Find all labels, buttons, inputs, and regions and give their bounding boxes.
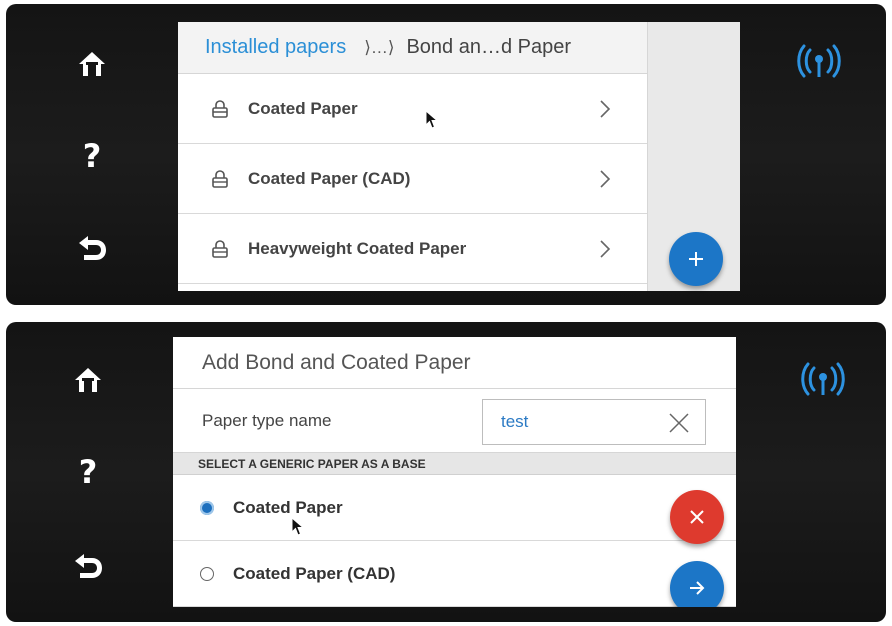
clear-icon[interactable] bbox=[668, 412, 690, 434]
help-glyph: ? bbox=[78, 453, 98, 491]
printer-panel-add-paper: ? Add Bond and Coated Paper Paper type n… bbox=[6, 322, 886, 622]
back-icon[interactable] bbox=[70, 226, 114, 270]
base-paper-option[interactable]: Coated Paper bbox=[173, 475, 736, 541]
breadcrumb-collapsed[interactable]: ⟩…⟩ bbox=[364, 38, 394, 58]
chevron-right-icon bbox=[600, 240, 611, 258]
chevron-right-icon bbox=[600, 170, 611, 188]
list-item-label: Coated Paper (CAD) bbox=[248, 168, 411, 188]
lock-icon bbox=[212, 169, 228, 188]
paper-list: Installed papers ⟩…⟩ Bond an…d Paper Coa… bbox=[178, 22, 648, 291]
base-paper-option-label: Coated Paper (CAD) bbox=[233, 563, 396, 583]
back-icon[interactable] bbox=[66, 544, 110, 588]
help-icon[interactable]: ? bbox=[70, 134, 114, 178]
list-item-label: Heavyweight Coated Paper bbox=[248, 238, 467, 258]
base-paper-option[interactable]: Coated Paper (CAD) bbox=[173, 541, 736, 607]
cancel-button[interactable] bbox=[670, 490, 724, 544]
installed-papers-screen: Installed papers ⟩…⟩ Bond an…d Paper Coa… bbox=[178, 22, 740, 291]
printer-panel-installed-papers: ? Installed papers ⟩…⟩ Bond an…d Paper C… bbox=[6, 4, 886, 305]
help-glyph: ? bbox=[82, 137, 102, 175]
radio-selected-icon[interactable] bbox=[200, 500, 214, 515]
paper-type-name-row: Paper type name test bbox=[173, 389, 736, 453]
close-icon bbox=[690, 510, 704, 524]
wireless-icon[interactable] bbox=[798, 360, 848, 400]
plus-icon bbox=[689, 252, 703, 266]
breadcrumb-link-installed-papers[interactable]: Installed papers bbox=[205, 36, 346, 59]
breadcrumb-current: Bond an…d Paper bbox=[406, 36, 572, 58]
paper-type-name-label: Paper type name bbox=[202, 410, 332, 430]
paper-type-name-value: test bbox=[501, 412, 529, 431]
mouse-cursor-icon bbox=[291, 517, 305, 536]
help-icon[interactable]: ? bbox=[66, 450, 110, 494]
radio-unselected-icon[interactable] bbox=[200, 566, 214, 581]
base-paper-option-label: Coated Paper bbox=[233, 497, 343, 517]
add-paper-button[interactable] bbox=[669, 232, 723, 286]
paper-type-name-input[interactable]: test bbox=[482, 399, 706, 445]
chevron-right-icon bbox=[600, 100, 611, 118]
mouse-cursor-icon bbox=[425, 110, 439, 129]
list-item[interactable]: Coated Paper (CAD) bbox=[178, 144, 647, 214]
home-icon[interactable] bbox=[66, 358, 110, 402]
list-item-label: Coated Paper bbox=[248, 98, 358, 118]
lock-icon bbox=[212, 239, 228, 258]
breadcrumb: Installed papers ⟩…⟩ Bond an…d Paper bbox=[178, 22, 647, 74]
list-item[interactable]: Heavyweight Coated Paper bbox=[178, 214, 647, 284]
next-button[interactable] bbox=[670, 561, 724, 607]
wireless-icon[interactable] bbox=[794, 42, 844, 82]
home-icon[interactable] bbox=[70, 42, 114, 86]
dialog-title: Add Bond and Coated Paper bbox=[173, 337, 736, 389]
section-header: SELECT A GENERIC PAPER AS A BASE bbox=[173, 453, 736, 475]
arrow-right-icon bbox=[690, 581, 705, 595]
list-item[interactable]: Coated Paper bbox=[178, 74, 647, 144]
add-paper-dialog: Add Bond and Coated Paper Paper type nam… bbox=[173, 337, 736, 607]
lock-icon bbox=[212, 99, 228, 118]
